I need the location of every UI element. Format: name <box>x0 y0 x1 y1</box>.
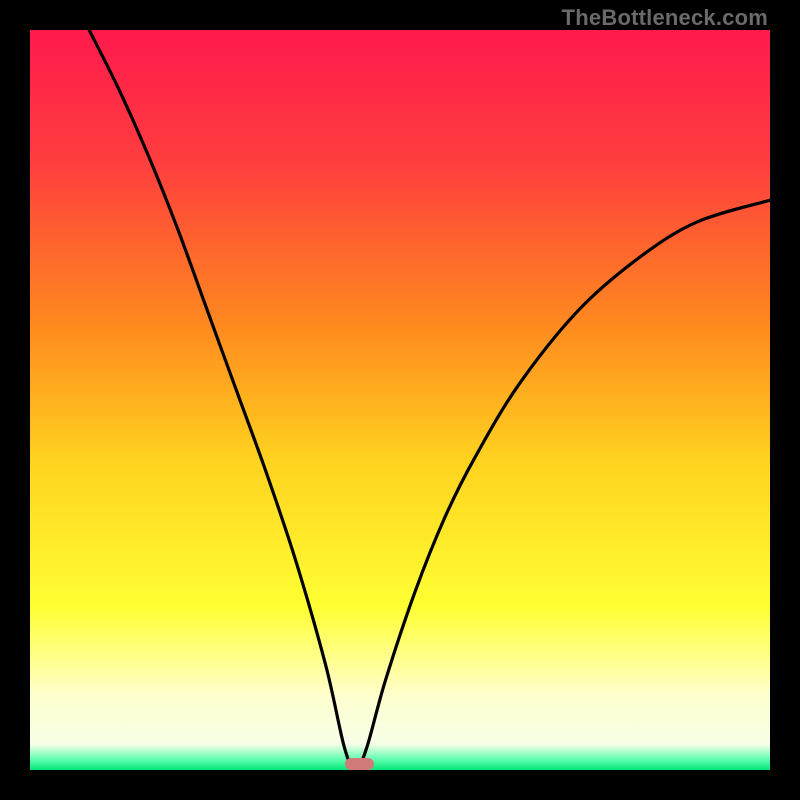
watermark-text: TheBottleneck.com <box>562 5 768 31</box>
chart-svg <box>30 30 770 770</box>
optimal-marker <box>345 758 375 770</box>
chart-frame: TheBottleneck.com <box>0 0 800 800</box>
plot-area <box>30 30 770 770</box>
